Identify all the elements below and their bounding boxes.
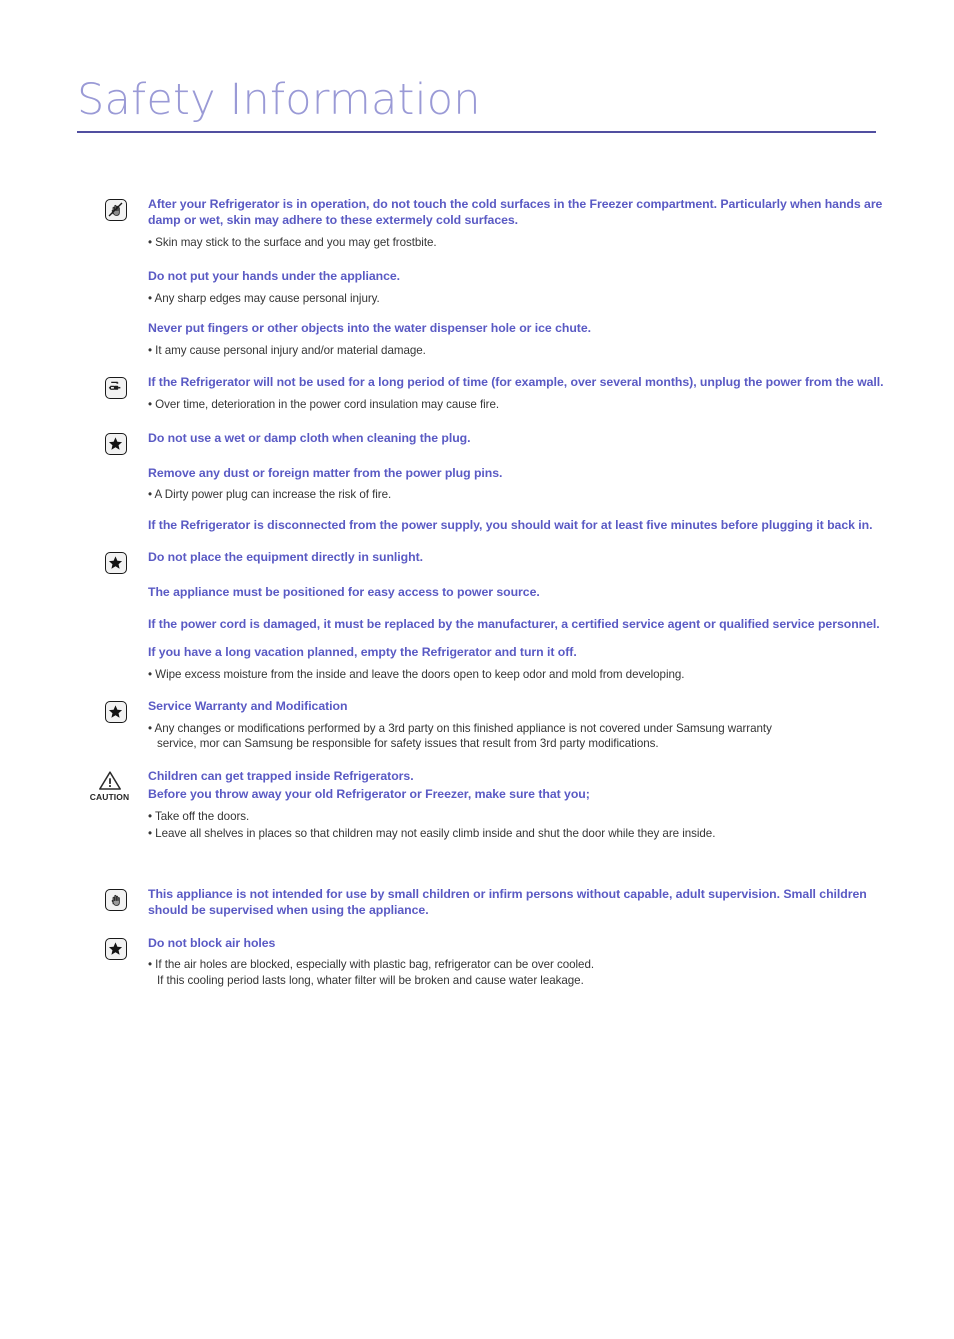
safety-heading: If the Refrigerator will not be used for…: [148, 375, 884, 390]
safety-bullet: • Skin may stick to the surface and you …: [148, 235, 437, 249]
hand-supervision-icon: [105, 889, 127, 912]
bullet-line-1: • If the air holes are blocked, especial…: [148, 958, 595, 972]
safety-heading: Never put fingers or other objects into …: [148, 321, 591, 336]
section-text-column: Children can get trapped inside Refriger…: [148, 768, 954, 842]
section-icon-column: [105, 549, 148, 575]
safety-heading: The appliance must be positioned for eas…: [148, 584, 540, 599]
section-icon-column: [105, 698, 148, 724]
safety-section: Service Warranty and Modification • Any …: [0, 698, 954, 752]
safety-bullet: • If the air holes are blocked, especial…: [148, 957, 892, 988]
safety-section: Do not block air holes • If the air hole…: [0, 935, 954, 989]
safety-heading: Do not use a wet or damp cloth when clea…: [148, 431, 471, 446]
safety-heading: Remove any dust or foreign matter from t…: [148, 465, 503, 480]
section-icon-column: [105, 374, 148, 400]
safety-heading: If you have a long vacation planned, emp…: [148, 645, 577, 660]
safety-bullet: • Wipe excess moisture from the inside a…: [148, 667, 685, 681]
caution-triangle-icon: [98, 771, 121, 790]
safety-heading: If the power cord is damaged, it must be…: [148, 617, 880, 632]
safety-heading: This appliance is not intended for use b…: [148, 887, 867, 918]
safety-heading: Do not place the equipment directly in s…: [148, 550, 423, 565]
safety-bullet: • Leave all shelves in places so that ch…: [148, 827, 716, 841]
safety-bullet: • Any changes or modifications performed…: [148, 721, 892, 752]
section-text-column: Do not place the equipment directly in s…: [148, 549, 954, 682]
section-text-column: Do not block air holes • If the air hole…: [148, 935, 954, 989]
bullet-line-2: service, mor can Samsung be responsible …: [157, 737, 659, 751]
section-text-column: Do not use a wet or damp cloth when clea…: [148, 430, 954, 533]
safety-heading: Service Warranty and Modification: [148, 699, 348, 714]
safety-section: Do not use a wet or damp cloth when clea…: [0, 430, 954, 533]
safety-bullet: • Take off the doors.: [148, 809, 250, 823]
safety-section-caution: CAUTION Children can get trapped inside …: [0, 768, 954, 842]
section-text-column: This appliance is not intended for use b…: [148, 886, 954, 919]
section-icon-column: [105, 196, 148, 221]
section-icon-column: [105, 430, 148, 456]
star-icon: [105, 433, 127, 456]
section-icon-column: [105, 935, 148, 960]
unplug-power-icon: [105, 377, 127, 400]
safety-bullet: • Over time, deterioration in the power …: [148, 397, 500, 411]
section-text-column: If the Refrigerator will not be used for…: [148, 374, 954, 412]
bullet-line-2: If this cooling period lasts long, whate…: [157, 973, 584, 987]
safety-heading: Before you throw away your old Refrigera…: [148, 787, 590, 802]
star-icon: [105, 552, 127, 575]
caution-label: CAUTION: [89, 792, 130, 803]
caution-icon-group: CAUTION: [88, 770, 131, 802]
no-touch-hand-icon: [105, 199, 127, 221]
safety-heading: Do not block air holes: [148, 935, 276, 950]
page-title: Safety Information: [77, 75, 481, 125]
section-icon-column: CAUTION: [88, 768, 148, 802]
safety-heading: Do not put your hands under the applianc…: [148, 269, 401, 284]
safety-heading: After your Refrigerator is in operation,…: [148, 197, 883, 228]
safety-section: After your Refrigerator is in operation,…: [0, 196, 954, 358]
section-icon-column: [105, 886, 148, 912]
safety-content: After your Refrigerator is in operation,…: [0, 196, 954, 988]
bullet-line-1: • Any changes or modifications performed…: [148, 721, 772, 735]
star-icon: [105, 701, 127, 724]
safety-section: This appliance is not intended for use b…: [0, 886, 954, 919]
safety-bullet: • A Dirty power plug can increase the ri…: [148, 488, 392, 502]
safety-bullet: • It amy cause personal injury and/or ma…: [148, 343, 426, 357]
safety-section: Do not place the equipment directly in s…: [0, 549, 954, 682]
star-icon: [105, 937, 127, 960]
safety-heading: If the Refrigerator is disconnected from…: [148, 517, 873, 532]
section-text-column: Service Warranty and Modification • Any …: [148, 698, 954, 752]
section-text-column: After your Refrigerator is in operation,…: [148, 196, 954, 358]
page-header: Safety Information: [77, 74, 877, 126]
title-divider: [77, 131, 876, 133]
safety-section: If the Refrigerator will not be used for…: [0, 374, 954, 412]
safety-bullet: • Any sharp edges may cause personal inj…: [148, 291, 380, 305]
safety-heading: Children can get trapped inside Refriger…: [148, 769, 414, 784]
